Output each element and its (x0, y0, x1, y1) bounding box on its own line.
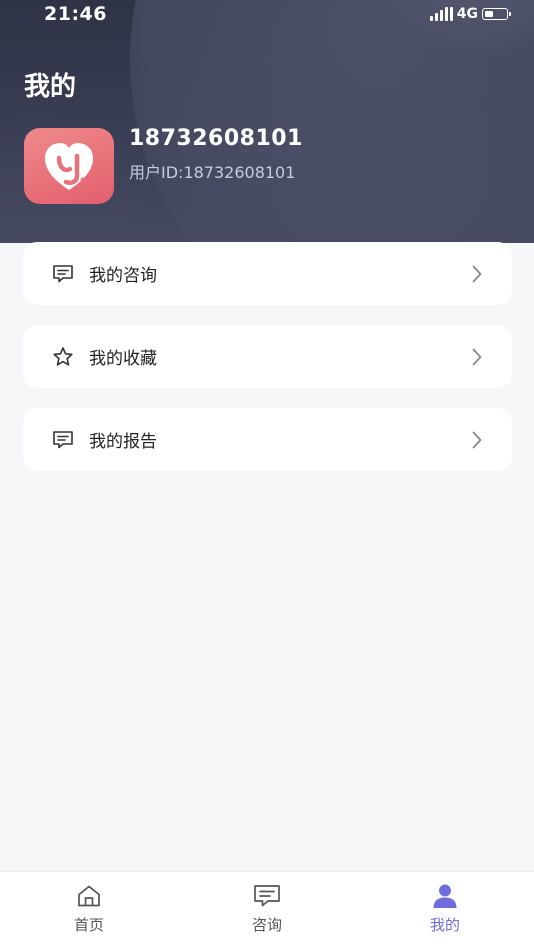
user-icon (430, 882, 460, 910)
tab-label: 首页 (73, 916, 104, 934)
heart-y-logo-icon (45, 143, 93, 190)
bottom-tab-bar: 首页 咨询 我的 (0, 871, 534, 950)
page-title: 我的 (24, 72, 77, 102)
avatar[interactable] (24, 128, 114, 204)
signal-icon (429, 7, 453, 21)
tab-label: 我的 (429, 916, 460, 934)
tab-consult[interactable]: 咨询 (178, 872, 356, 950)
battery-level (484, 10, 493, 17)
user-id-value: 18732608101 (183, 163, 296, 182)
menu-list: 我的咨询 我的收藏 我的报告 (23, 242, 512, 491)
status-indicators: 4G (429, 6, 511, 22)
status-bar: 21:46 4G (0, 0, 534, 30)
chevron-right-icon (470, 264, 484, 284)
user-id-label: 用户ID: (129, 163, 184, 182)
star-icon (51, 345, 75, 369)
tab-label: 咨询 (251, 916, 282, 934)
menu-item-label: 我的收藏 (89, 349, 157, 369)
menu-item-my-consultations[interactable]: 我的咨询 (23, 242, 512, 305)
header-background (0, 0, 534, 243)
tab-home[interactable]: 首页 (0, 872, 178, 950)
user-name: 18732608101 (129, 126, 303, 151)
battery-icon (482, 8, 511, 20)
home-icon (74, 882, 104, 910)
menu-item-my-favorites[interactable]: 我的收藏 (23, 325, 512, 388)
menu-item-label: 我的报告 (89, 432, 157, 452)
chevron-right-icon (470, 347, 484, 367)
chevron-right-icon (470, 430, 484, 450)
menu-item-my-reports[interactable]: 我的报告 (23, 408, 512, 471)
tab-mine[interactable]: 我的 (356, 872, 534, 950)
message-icon (51, 262, 75, 286)
user-id-row: 用户ID:18732608101 (129, 159, 295, 183)
message-icon (51, 428, 75, 452)
status-time: 21:46 (44, 3, 107, 25)
network-type: 4G (456, 6, 478, 22)
menu-item-label: 我的咨询 (89, 266, 157, 286)
chat-icon (252, 882, 282, 910)
